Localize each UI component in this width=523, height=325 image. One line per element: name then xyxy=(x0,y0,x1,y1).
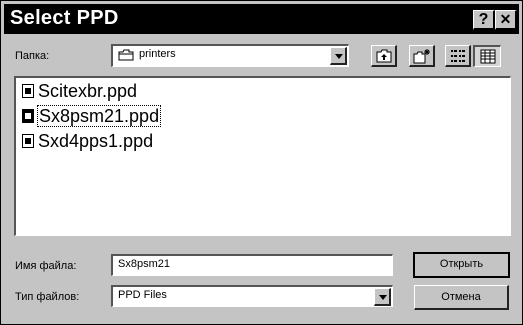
cancel-button[interactable]: Отмена xyxy=(414,285,509,310)
file-icon xyxy=(22,84,34,98)
folder-icon xyxy=(118,49,134,61)
folder-value: printers xyxy=(139,48,176,60)
filetype-select[interactable]: PPD Files xyxy=(111,285,393,307)
open-button-label: Открыть xyxy=(439,258,484,270)
filename-value: Sx8psm21 xyxy=(118,258,170,270)
filetype-dropdown-button[interactable] xyxy=(374,288,391,306)
file-item[interactable]: Sxd4pps1.ppd xyxy=(22,131,154,153)
filetype-label: Тип файлов: xyxy=(15,291,80,303)
select-ppd-dialog: Select PPD ? ✕ Папка: printers Scitexbr.… xyxy=(0,0,523,325)
details-view-icon xyxy=(480,49,496,64)
new-folder-button[interactable] xyxy=(409,45,435,67)
folder-combo[interactable]: printers xyxy=(111,44,349,67)
close-button[interactable]: ✕ xyxy=(495,10,517,30)
up-one-level-icon xyxy=(376,49,392,63)
file-list[interactable]: Scitexbr.ppd Sx8psm21.ppd Sxd4pps1.ppd xyxy=(14,76,511,236)
filename-label: Имя файла: xyxy=(15,260,77,272)
list-view-button[interactable] xyxy=(445,45,471,67)
new-folder-icon xyxy=(413,49,430,64)
file-icon xyxy=(22,109,34,123)
chevron-down-icon xyxy=(335,54,343,59)
folder-label: Папка: xyxy=(15,50,50,62)
open-button[interactable]: Открыть xyxy=(413,252,510,278)
details-view-button[interactable] xyxy=(473,45,501,67)
file-item[interactable]: Scitexbr.ppd xyxy=(22,81,138,103)
window-title: Select PPD xyxy=(10,7,119,29)
file-icon xyxy=(22,134,34,148)
title-bar[interactable]: Select PPD ? ✕ xyxy=(4,4,519,34)
filename-input[interactable]: Sx8psm21 xyxy=(111,254,393,276)
help-button[interactable]: ? xyxy=(473,10,495,30)
up-one-level-button[interactable] xyxy=(371,45,397,67)
chevron-down-icon xyxy=(379,295,387,300)
filetype-value: PPD Files xyxy=(118,289,167,301)
folder-dropdown-button[interactable] xyxy=(330,47,347,65)
list-view-icon xyxy=(451,50,465,62)
cancel-button-label: Отмена xyxy=(441,291,481,303)
file-item-selected[interactable]: Sx8psm21.ppd xyxy=(22,105,162,128)
